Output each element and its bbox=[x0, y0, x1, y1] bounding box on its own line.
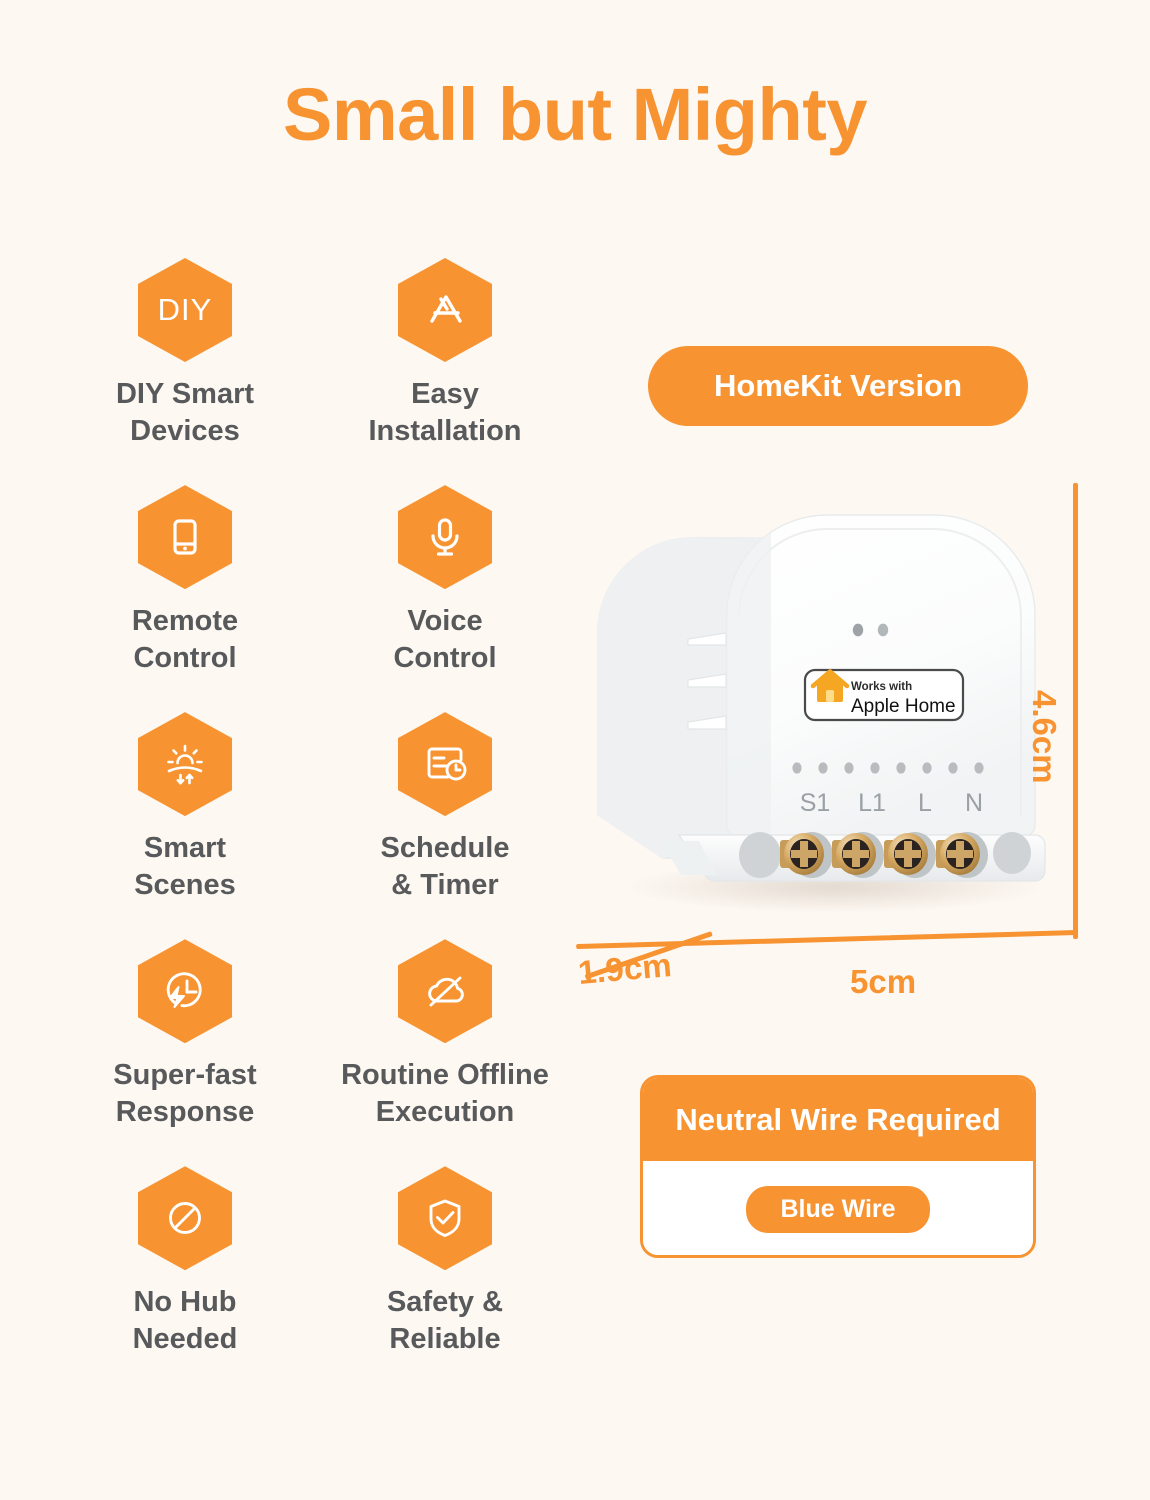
terminal-dot bbox=[948, 762, 958, 774]
feature-no-hub-needed: No Hub Needed bbox=[60, 1166, 310, 1357]
neutral-wire-card: Neutral Wire Required Blue Wire bbox=[640, 1075, 1036, 1258]
led-hole bbox=[877, 623, 889, 637]
page-title: Small but Mighty bbox=[283, 73, 868, 156]
dimension-label-height: 4.6cm bbox=[1026, 690, 1063, 784]
neutral-wire-header-label: Neutral Wire Required bbox=[675, 1101, 1001, 1137]
feature-label: Schedule & Timer bbox=[380, 832, 510, 901]
terminal-label-s1: S1 bbox=[800, 789, 831, 817]
badge-platform-text: Apple Home bbox=[851, 696, 956, 717]
shield-check-glyph bbox=[429, 1199, 461, 1238]
dimension-label-width: 5cm bbox=[850, 963, 917, 1000]
blue-wire-pill: Blue Wire bbox=[746, 1186, 930, 1233]
app-store-glyph bbox=[430, 295, 462, 323]
features-grid: DIY DIY Smart Devices Easy Installation … bbox=[60, 258, 580, 1357]
feature-label: DIY Smart Devices bbox=[115, 378, 255, 447]
feature-label: Remote Control bbox=[131, 605, 239, 674]
feature-label: Super-fast Response bbox=[113, 1059, 257, 1128]
sunrise-sunset-icon bbox=[138, 712, 232, 817]
smartphone-glyph bbox=[173, 519, 197, 555]
clock-bolt-glyph bbox=[166, 972, 202, 1009]
neutral-wire-body: Blue Wire bbox=[643, 1161, 1033, 1255]
feature-schedule-timer: Schedule & Timer bbox=[320, 712, 570, 903]
feature-label: Voice Control bbox=[393, 605, 497, 674]
shield-check-icon bbox=[398, 1166, 492, 1271]
sunrise-sunset-glyph bbox=[167, 744, 203, 785]
clock-bolt-icon bbox=[138, 939, 232, 1044]
feature-label: Smart Scenes bbox=[134, 832, 236, 901]
terminal-dot bbox=[922, 762, 932, 774]
app-store-icon bbox=[398, 258, 492, 362]
feature-easy-installation: Easy Installation bbox=[320, 258, 570, 449]
dimension-line-width bbox=[576, 930, 1079, 950]
diy-icon: DIY bbox=[138, 258, 232, 362]
prohibition-icon bbox=[138, 1166, 232, 1271]
feature-smart-scenes: Smart Scenes bbox=[60, 712, 310, 903]
feature-safety-reliable: Safety & Reliable bbox=[320, 1166, 570, 1357]
terminal-dot bbox=[792, 762, 802, 774]
feature-label: Easy Installation bbox=[368, 378, 522, 447]
terminal-hole bbox=[993, 832, 1031, 874]
terminal-dot bbox=[974, 762, 984, 774]
feature-label: No Hub Needed bbox=[132, 1286, 238, 1355]
smart-switch-module-illustration: Works with Apple Home S1 L1 L N bbox=[597, 514, 1046, 913]
cloud-slash-icon bbox=[398, 939, 492, 1044]
feature-super-fast-response: Super-fast Response bbox=[60, 939, 310, 1130]
terminal-label-n: N bbox=[965, 789, 983, 817]
homekit-version-label: HomeKit Version bbox=[713, 368, 963, 403]
microphone-icon bbox=[398, 485, 492, 590]
smartphone-icon bbox=[138, 485, 232, 590]
prohibition-glyph bbox=[169, 1202, 201, 1235]
diy-icon-text: DIY bbox=[157, 292, 213, 327]
terminal-dot bbox=[818, 762, 828, 774]
terminal-hole bbox=[739, 832, 781, 878]
feature-diy-smart-devices: DIY DIY Smart Devices bbox=[60, 258, 310, 449]
dimension-line-height bbox=[1073, 483, 1078, 939]
terminal-dot bbox=[844, 762, 854, 774]
feature-voice-control: Voice Control bbox=[320, 485, 570, 676]
led-hole bbox=[852, 623, 864, 637]
terminal-label-l: L bbox=[918, 789, 932, 817]
calendar-clock-icon bbox=[398, 712, 492, 817]
cloud-slash-glyph bbox=[428, 976, 464, 1007]
feature-routine-offline-execution: Routine Offline Execution bbox=[320, 939, 570, 1130]
badge-works-with-text: Works with bbox=[851, 681, 912, 693]
calendar-clock-glyph bbox=[427, 747, 467, 781]
neutral-wire-header: Neutral Wire Required bbox=[643, 1078, 1033, 1161]
terminal-dot bbox=[870, 762, 880, 774]
homekit-version-badge[interactable]: HomeKit Version bbox=[648, 346, 1028, 426]
terminal-dot bbox=[896, 762, 906, 774]
terminal-label-l1: L1 bbox=[858, 789, 886, 817]
product-image: Works with Apple Home S1 L1 L N bbox=[575, 455, 1075, 925]
microphone-glyph bbox=[431, 518, 459, 556]
house-door bbox=[826, 690, 834, 702]
feature-label: Safety & Reliable bbox=[386, 1286, 504, 1355]
feature-remote-control: Remote Control bbox=[60, 485, 310, 676]
dimension-label-depth: 1.9cm bbox=[576, 945, 673, 992]
feature-label: Routine Offline Execution bbox=[341, 1059, 549, 1128]
apple-home-badge: Works with Apple Home bbox=[803, 668, 965, 722]
